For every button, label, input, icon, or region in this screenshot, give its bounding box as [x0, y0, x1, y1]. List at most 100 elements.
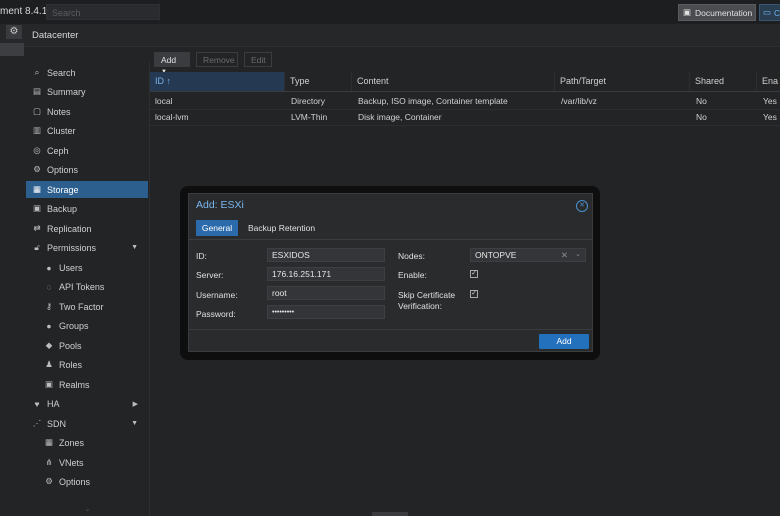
- user-icon: ●: [46, 262, 52, 273]
- nodes-value: ONTOPVE: [475, 250, 517, 260]
- app-title: ment 8.4.1: [0, 6, 48, 17]
- nav-item-storage[interactable]: ▦ Storage: [26, 181, 148, 198]
- column-header-path[interactable]: Path/Target: [555, 72, 690, 91]
- cell-type: LVM-Thin: [291, 112, 328, 122]
- nodes-select[interactable]: ONTOPVE ✕ ⌄: [470, 248, 586, 262]
- cell-id: local: [155, 96, 173, 106]
- nav-item-pools[interactable]: ◆ Pools: [26, 337, 148, 354]
- nav-item-search[interactable]: ⌕ Search: [26, 64, 148, 81]
- documentation-button[interactable]: ▣ Documentation: [678, 4, 756, 21]
- username-field[interactable]: root: [267, 286, 385, 300]
- scroll-down-chevron-icon[interactable]: ⌄: [84, 504, 91, 513]
- gear-icon: ⚙: [33, 164, 41, 174]
- unlock-icon: 🔓︎: [34, 242, 40, 252]
- nav-item-ceph[interactable]: ◎ Ceph: [26, 142, 148, 159]
- server-field[interactable]: 176.16.251.171: [267, 267, 385, 281]
- nav-item-ha[interactable]: ♥ HA ▶: [26, 395, 148, 412]
- cell-enabled: Yes: [763, 112, 777, 122]
- th-icon: ▦: [44, 437, 54, 447]
- enable-checkbox[interactable]: ✓: [470, 270, 478, 278]
- nav-item-sdn-options[interactable]: ⚙ Options: [26, 473, 148, 490]
- datacenter-nav: ⌕ Search ▤ Summary ▢ Notes ▥ Cluster ◎ Ceph ⚙…: [26, 62, 150, 516]
- nav-item-realms[interactable]: ▣ Realms: [26, 376, 148, 393]
- table-row[interactable]: local-lvm LVM-Thin Disk image, Container…: [150, 109, 780, 126]
- desktop-icon: ▭: [763, 7, 772, 17]
- table-row[interactable]: local Directory Backup, ISO image, Conta…: [150, 93, 780, 110]
- edit-button[interactable]: Edit: [244, 52, 272, 67]
- create-vm-button[interactable]: ▭ C: [759, 4, 780, 21]
- key-icon: ⚷: [45, 301, 53, 311]
- book-icon: ▤: [32, 86, 42, 96]
- nav-item-backup[interactable]: ▣ Backup: [26, 200, 148, 217]
- storage-toolbar: Add ▼ Remove Edit: [150, 50, 780, 75]
- gear-icon: ⚙: [45, 476, 53, 486]
- tree-settings-gear-icon[interactable]: ⚙: [6, 25, 22, 39]
- note-icon: ▢: [32, 106, 42, 116]
- chevron-down-icon[interactable]: ▼: [131, 244, 138, 251]
- nav-item-permissions[interactable]: 🔓︎ Permissions ▼: [26, 239, 148, 256]
- male-icon: ♟: [45, 359, 53, 369]
- id-field[interactable]: ESXIDOS: [267, 248, 385, 262]
- column-header-type[interactable]: Type: [285, 72, 352, 91]
- dialog-title: Add: ESXi: [196, 199, 244, 211]
- content-header: [0, 24, 780, 47]
- create-vm-label: C: [774, 7, 780, 18]
- chevron-right-icon[interactable]: ▶: [133, 400, 138, 408]
- cell-content: Disk image, Container: [358, 112, 442, 122]
- chevron-down-icon[interactable]: ⌄: [575, 249, 581, 260]
- nav-item-options[interactable]: ⚙ Options: [26, 161, 148, 178]
- panel-resize-handle[interactable]: [372, 512, 408, 516]
- nav-item-users[interactable]: ● Users: [26, 259, 148, 276]
- database-icon: ▦: [32, 184, 42, 194]
- floppy-icon: ▣: [32, 203, 42, 213]
- nav-item-vnets[interactable]: ⋔ VNets: [26, 454, 148, 471]
- password-field[interactable]: •••••••••: [267, 305, 385, 319]
- nav-item-notes[interactable]: ▢ Notes: [26, 103, 148, 120]
- sdn-icon: ⋰: [32, 418, 42, 428]
- nav-item-roles[interactable]: ♟ Roles: [26, 356, 148, 373]
- tab-general[interactable]: General: [196, 220, 238, 236]
- resource-tree-selected-row[interactable]: [0, 43, 24, 56]
- tags-icon: ◆: [45, 340, 53, 350]
- tab-divider: [189, 239, 592, 240]
- address-book-icon: ▣: [44, 379, 54, 389]
- column-header-enabled[interactable]: Ena: [757, 72, 780, 91]
- column-header-content[interactable]: Content: [352, 72, 555, 91]
- remove-button[interactable]: Remove: [196, 52, 238, 67]
- skip-cert-checkbox[interactable]: ✓: [470, 290, 478, 298]
- close-icon[interactable]: ✕: [576, 200, 588, 212]
- clear-icon[interactable]: ✕: [561, 250, 568, 261]
- nav-item-summary[interactable]: ▤ Summary: [26, 83, 148, 100]
- nav-item-groups[interactable]: ● Groups: [26, 317, 148, 334]
- server-icon: ▥: [32, 125, 42, 135]
- breadcrumb: Datacenter: [32, 30, 79, 41]
- cell-shared: No: [696, 112, 707, 122]
- search-input[interactable]: Search: [46, 4, 160, 20]
- server-label: Server:: [196, 270, 224, 280]
- add-button[interactable]: Add: [539, 334, 589, 349]
- grid-header: ID ↑ Type Content Path/Target Shared Ena: [150, 72, 780, 92]
- nodes-label: Nodes:: [398, 251, 425, 261]
- documentation-label: Documentation: [695, 7, 753, 18]
- id-label: ID:: [196, 251, 207, 261]
- sort-asc-icon: ↑: [166, 76, 172, 86]
- nav-item-sdn[interactable]: ⋰ SDN ▼: [26, 415, 148, 432]
- retweet-icon: ⇄: [33, 223, 41, 233]
- cell-shared: No: [696, 96, 707, 106]
- nav-item-cluster[interactable]: ▥ Cluster: [26, 122, 148, 139]
- skip-cert-label-line2: Verification:: [398, 301, 442, 311]
- enable-label: Enable:: [398, 270, 427, 280]
- users-icon: ●: [46, 320, 52, 331]
- add-storage-button[interactable]: Add ▼: [154, 52, 190, 75]
- nav-item-api-tokens[interactable]: ◌ API Tokens: [26, 278, 148, 295]
- nav-item-two-factor[interactable]: ⚷ Two Factor: [26, 298, 148, 315]
- tab-backup-retention[interactable]: Backup Retention: [248, 220, 315, 236]
- nav-item-replication[interactable]: ⇄ Replication: [26, 220, 148, 237]
- column-header-id[interactable]: ID ↑: [150, 72, 285, 91]
- heartbeat-icon: ♥: [34, 398, 40, 409]
- column-header-shared[interactable]: Shared: [690, 72, 757, 91]
- skip-cert-label-line1: Skip Certificate: [398, 290, 456, 300]
- chevron-down-icon[interactable]: ▼: [131, 420, 138, 427]
- nav-item-zones[interactable]: ▦ Zones: [26, 434, 148, 451]
- ceph-icon: ◎: [33, 145, 41, 155]
